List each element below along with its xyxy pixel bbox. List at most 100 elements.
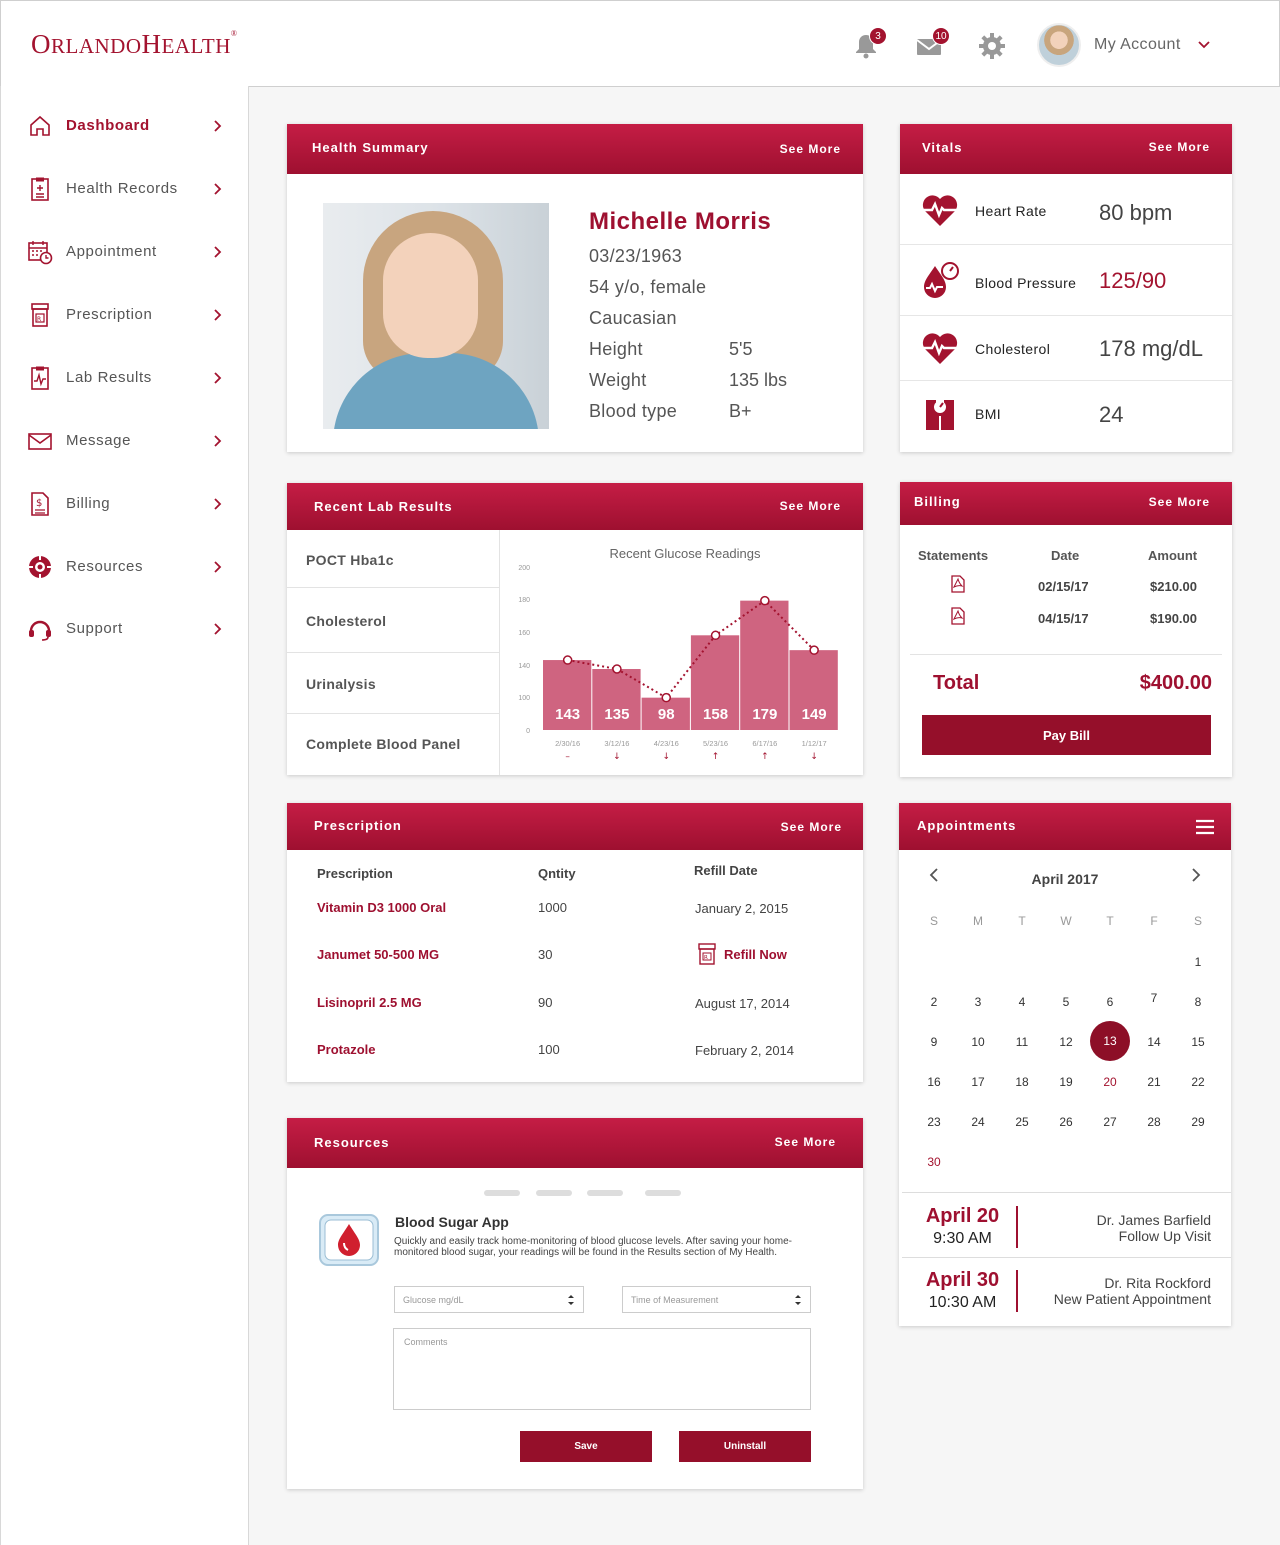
calendar-day[interactable]: 1 <box>1183 955 1213 969</box>
select-arrows-icon <box>568 1295 574 1305</box>
glucose-select[interactable]: Glucose mg/dL <box>394 1286 584 1313</box>
settings-button[interactable] <box>977 31 1007 61</box>
calendar-day[interactable]: 30 <box>919 1155 949 1169</box>
vital-value: 125/90 <box>1099 268 1167 293</box>
bar-value-label: 149 <box>802 706 827 723</box>
uninstall-button[interactable]: Uninstall <box>679 1431 811 1462</box>
messages-button[interactable]: 10 <box>914 27 950 61</box>
data-point[interactable] <box>760 595 770 606</box>
time-select[interactable]: Time of Measurement <box>622 1286 811 1313</box>
sidebar-item-dashboard[interactable]: Dashboard <box>1 106 250 146</box>
see-more-link[interactable]: See More <box>1149 495 1210 509</box>
calendar-day[interactable]: 22 <box>1183 1075 1213 1089</box>
chevron-right-icon[interactable] <box>1189 867 1203 883</box>
data-point[interactable] <box>661 692 671 703</box>
data-point[interactable] <box>710 630 721 641</box>
statement-amount: $190.00 <box>1150 611 1197 626</box>
data-point[interactable] <box>809 645 819 655</box>
carousel-dot[interactable] <box>645 1190 681 1196</box>
photo-face <box>383 233 478 358</box>
avatar[interactable] <box>1037 23 1081 67</box>
calendar-day[interactable]: 8 <box>1183 995 1213 1009</box>
see-more-link[interactable]: See More <box>780 499 841 513</box>
calendar-day[interactable]: 15 <box>1183 1035 1213 1049</box>
appointment-doctor: Dr. Rita Rockford <box>1104 1275 1211 1291</box>
my-account-link[interactable]: My Account <box>1094 36 1181 54</box>
calendar-day[interactable]: 25 <box>1007 1115 1037 1129</box>
orlando-health-logo[interactable]: ORLANDOHEALTH® <box>31 29 237 60</box>
see-more-link[interactable]: See More <box>775 1135 836 1149</box>
calendar-day[interactable]: 5 <box>1051 995 1081 1009</box>
app-description: Quickly and easily track home-monitoring… <box>394 1236 792 1258</box>
sidebar-item-appointment[interactable]: Appointment <box>1 232 250 272</box>
prescription-name[interactable]: Janumet 50-500 MG <box>317 947 439 962</box>
prescription-name[interactable]: Vitamin D3 1000 Oral <box>317 900 446 915</box>
calendar-day[interactable]: 24 <box>963 1115 993 1129</box>
hamburger-menu-icon[interactable] <box>1195 818 1215 836</box>
lab-test-item[interactable]: Cholesterol <box>287 588 500 653</box>
sidebar-item-billing[interactable]: $ Billing <box>1 484 250 524</box>
sidebar-item-support[interactable]: Support <box>1 609 250 649</box>
calendar-day[interactable]: 23 <box>919 1115 949 1129</box>
calendar-day[interactable]: 10 <box>963 1035 993 1049</box>
patient-dob: 03/23/1963 <box>589 246 683 266</box>
glucose-chart: Recent Glucose Readings 0 100 140 160 180 200… <box>518 546 838 762</box>
lab-test-item[interactable]: Complete Blood Panel <box>287 714 500 775</box>
calendar-day[interactable]: 21 <box>1139 1075 1169 1089</box>
calendar-day[interactable]: 2 <box>919 995 949 1009</box>
sidebar-item-prescription[interactable]: R Prescription <box>1 295 250 335</box>
prescription-name[interactable]: Protazole <box>317 1042 376 1057</box>
calendar-day[interactable]: 26 <box>1051 1115 1081 1129</box>
calendar-day[interactable]: 20 <box>1095 1075 1125 1089</box>
blood-type-label: Blood type <box>589 401 678 421</box>
calendar-day[interactable]: 9 <box>919 1035 949 1049</box>
see-more-link[interactable]: See More <box>781 820 842 834</box>
calendar-day-selected[interactable]: 13 <box>1090 1021 1130 1061</box>
calendar-day[interactable]: 14 <box>1139 1035 1169 1049</box>
pdf-icon[interactable] <box>949 575 967 593</box>
calendar-day[interactable]: 3 <box>963 995 993 1009</box>
data-point[interactable] <box>562 655 573 665</box>
sidebar-item-label: Health Records <box>66 180 178 197</box>
data-point[interactable] <box>612 664 622 674</box>
pdf-icon[interactable] <box>949 607 967 625</box>
save-button[interactable]: Save <box>520 1431 652 1462</box>
col-refill-date: Refill Date <box>694 863 758 878</box>
carousel-dot[interactable] <box>484 1190 520 1196</box>
lab-test-item[interactable]: Urinalysis <box>287 653 500 714</box>
patient-age-sex: 54 y/o, female <box>589 277 707 297</box>
calendar-day[interactable]: 6 <box>1095 995 1125 1009</box>
calendar-day[interactable]: 7 <box>1139 991 1169 1005</box>
weight-label: Weight <box>589 370 647 390</box>
see-more-link[interactable]: See More <box>780 142 841 156</box>
carousel-dot[interactable] <box>536 1190 572 1196</box>
sidebar-item-message[interactable]: Message <box>1 421 250 461</box>
appointment-item[interactable]: April 20 9:30 AM Dr. James Barfield Foll… <box>899 1193 1231 1257</box>
prescription-name[interactable]: Lisinopril 2.5 MG <box>317 995 422 1010</box>
calendar-day[interactable]: 17 <box>963 1075 993 1089</box>
calendar-day[interactable]: 19 <box>1051 1075 1081 1089</box>
carousel-dot[interactable] <box>587 1190 623 1196</box>
sidebar-item-health-records[interactable]: Health Records <box>1 169 250 209</box>
refill-now-button[interactable]: R Refill Now <box>697 943 807 965</box>
see-more-link[interactable]: See More <box>1149 140 1210 154</box>
calendar-day[interactable]: 16 <box>919 1075 949 1089</box>
y-tick-label: 140 <box>518 663 530 670</box>
calendar-day[interactable]: 29 <box>1183 1115 1213 1129</box>
appointment-item[interactable]: April 30 10:30 AM Dr. Rita Rockford New … <box>899 1258 1231 1322</box>
calendar-day[interactable]: 12 <box>1051 1035 1081 1049</box>
lab-test-item[interactable]: POCT Hba1c <box>287 530 500 588</box>
sidebar-item-resources[interactable]: Resources <box>1 547 250 587</box>
calendar-day[interactable]: 4 <box>1007 995 1037 1009</box>
calendar-day[interactable]: 27 <box>1095 1115 1125 1129</box>
comments-textarea[interactable]: Comments <box>393 1328 811 1410</box>
pay-bill-button[interactable]: Pay Bill <box>922 715 1211 755</box>
prescription-refill: January 2, 2015 <box>695 901 789 916</box>
notifications-button[interactable]: 3 <box>851 27 887 61</box>
calendar-day[interactable]: 18 <box>1007 1075 1037 1089</box>
calendar-day[interactable]: 11 <box>1007 1035 1037 1049</box>
calendar-day[interactable]: 28 <box>1139 1115 1169 1129</box>
appointments-card: Appointments April 2017 SMTWTFS123456789… <box>899 803 1231 1326</box>
sidebar-item-lab-results[interactable]: Lab Results <box>1 358 250 398</box>
chevron-down-icon[interactable] <box>1196 36 1212 52</box>
